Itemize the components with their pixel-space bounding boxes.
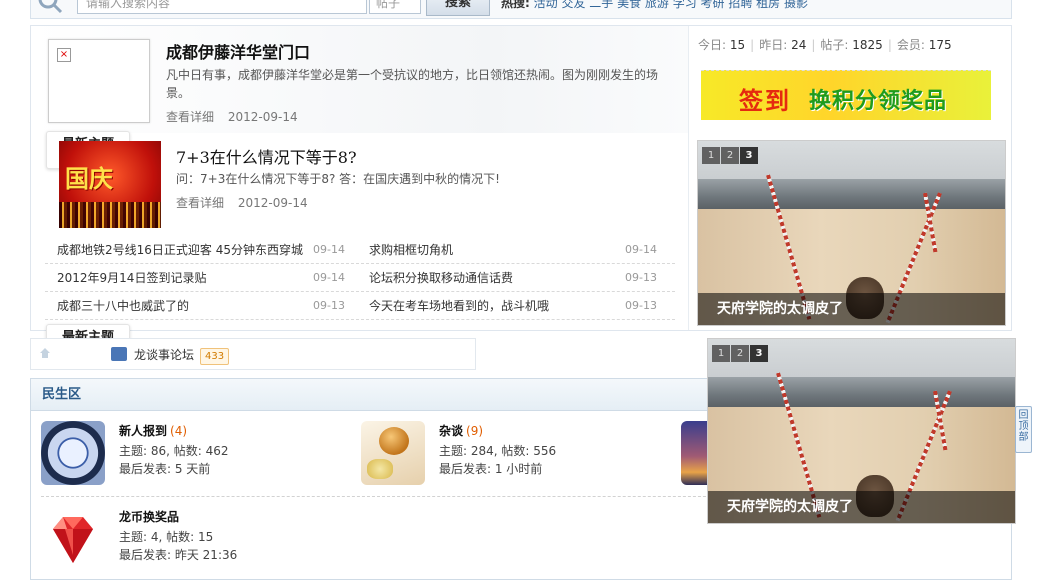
news-date: 09-13 bbox=[313, 299, 345, 312]
stat-yesterday: 昨日: 24 bbox=[759, 38, 807, 52]
news-date: 09-14 bbox=[313, 271, 345, 284]
news-title[interactable]: 今天在考车场地看到的，战斗机哦 bbox=[369, 293, 549, 319]
search-button[interactable]: 搜索 bbox=[426, 0, 490, 16]
forum-name[interactable]: 龙币换奖品 bbox=[119, 508, 182, 525]
featured-meta-1: 查看详细 2012-09-14 bbox=[166, 108, 298, 125]
hot-words-list[interactable]: 活动 交友 二手 美食 旅游 学习 考研 招聘 租房 摄影 bbox=[534, 0, 808, 10]
news-row: 成都地铁2号线16日正式迎客 45分钟东西穿城 09-14 求购相框切角机 09… bbox=[45, 237, 675, 264]
hot-words: 热搜: 活动 交友 二手 美食 旅游 学习 考研 招聘 租房 摄影 bbox=[501, 0, 808, 11]
slideshow-popup[interactable]: 123 天府学院的太调皮了 bbox=[707, 338, 1016, 524]
forum-item[interactable]: 新人报到 (4) 主题: 86, 帖数: 462 最后发表: 5 天前 bbox=[41, 421, 341, 491]
stat-members: 会员: 175 bbox=[896, 38, 952, 52]
breadcrumb: 龙谈事论坛 433 bbox=[30, 338, 476, 370]
back-to-top-button[interactable]: 回顶部 bbox=[1015, 406, 1032, 453]
crowd-decoration bbox=[59, 202, 161, 228]
slide-page-button[interactable]: 2 bbox=[731, 345, 749, 362]
slide-page-button[interactable]: 3 bbox=[750, 345, 768, 362]
slide-pager: 123 bbox=[712, 345, 769, 362]
featured-meta-2: 查看详细 2012-09-14 bbox=[176, 194, 308, 211]
slide-caption[interactable]: 天府学院的太调皮了 bbox=[698, 293, 1005, 325]
hot-words-label: 热搜: bbox=[501, 0, 530, 10]
news-list: 成都地铁2号线16日正式迎客 45分钟东西穿城 09-14 求购相框切角机 09… bbox=[45, 236, 675, 320]
news-row: 2012年9月14日签到记录贴 09-14 论坛积分换取移动通信话费 09-13 bbox=[45, 265, 675, 292]
breadcrumb-forum-name[interactable]: 龙谈事论坛 bbox=[134, 348, 194, 362]
home-icon[interactable] bbox=[39, 347, 51, 359]
search-icon bbox=[38, 0, 63, 14]
search-input[interactable]: 请输入搜索内容 bbox=[77, 0, 367, 14]
stat-posts: 帖子: 1825 bbox=[820, 38, 883, 52]
broken-image-icon: × bbox=[57, 48, 71, 62]
search-bar: 请输入搜索内容 帖子 搜索 热搜: 活动 交友 二手 美食 旅游 学习 考研 招… bbox=[30, 0, 1012, 19]
forum-count-badge: 433 bbox=[200, 348, 230, 365]
stat-today: 今日: 15 bbox=[698, 38, 746, 52]
featured-summary-2: 问：7+3在什么情况下等于8? 答：在国庆遇到中秋的情况下! bbox=[176, 172, 500, 186]
forum-stats: 主题: 4, 帖数: 15 bbox=[119, 530, 214, 544]
news-item[interactable]: 求购相框切角机 09-14 bbox=[357, 237, 657, 263]
compass-icon[interactable] bbox=[41, 421, 105, 485]
column-divider bbox=[688, 26, 689, 330]
slide-pager: 123 bbox=[702, 147, 759, 164]
featured-date-1: 2012-09-14 bbox=[227, 110, 298, 124]
news-item[interactable]: 成都地铁2号线16日正式迎客 45分钟东西穿城 09-14 bbox=[45, 237, 345, 263]
slide-page-button[interactable]: 1 bbox=[712, 345, 730, 362]
featured-detail-link-2[interactable]: 查看详细 bbox=[176, 196, 224, 210]
forum-last-post: 最后发表: 昨天 21:36 bbox=[119, 548, 238, 562]
featured-area: × 成都伊藤洋华堂门口 凡中日有事，成都伊藤洋华堂必是第一个受抗议的地方，比日领… bbox=[31, 26, 688, 330]
forum-name[interactable]: 杂谈 (9) bbox=[439, 422, 483, 439]
slide-page-button[interactable]: 1 bbox=[702, 147, 720, 164]
forum-stats: 主题: 284, 帖数: 556 bbox=[439, 444, 557, 458]
featured-image-text: 国庆 bbox=[65, 165, 113, 193]
news-item[interactable]: 论坛积分换取移动通信话费 09-13 bbox=[357, 265, 657, 291]
forum-logo-icon bbox=[111, 347, 127, 361]
news-title[interactable]: 2012年9月14日签到记录贴 bbox=[57, 265, 206, 291]
forum-name[interactable]: 新人报到 (4) bbox=[119, 422, 187, 439]
slide-pipe bbox=[708, 377, 1015, 407]
news-item[interactable]: 成都三十八中也威武了的 09-13 bbox=[45, 293, 345, 319]
featured-title-2[interactable]: 7+3在什么情况下等于8? bbox=[176, 144, 357, 168]
news-title[interactable]: 成都地铁2号线16日正式迎客 45分钟东西穿城 bbox=[57, 237, 303, 263]
teapot-icon[interactable] bbox=[361, 421, 425, 485]
sign-in-banner[interactable]: 签到 换积分领奖品 bbox=[701, 70, 991, 120]
featured-date-2: 2012-09-14 bbox=[237, 196, 308, 210]
featured-detail-link-1[interactable]: 查看详细 bbox=[166, 110, 214, 124]
ruby-icon[interactable] bbox=[41, 507, 105, 571]
slide-pipe bbox=[698, 179, 1005, 209]
reward-text: 换积分领奖品 bbox=[809, 89, 948, 114]
slideshow[interactable]: 123 天府学院的太调皮了 bbox=[697, 140, 1006, 326]
slide-page-button[interactable]: 2 bbox=[721, 147, 739, 164]
row-divider bbox=[41, 496, 721, 497]
breadcrumb-forum[interactable]: 龙谈事论坛 433 bbox=[134, 346, 230, 365]
featured-thumb-1[interactable]: × bbox=[48, 39, 150, 123]
news-date: 09-14 bbox=[313, 243, 345, 256]
featured-thumb-2[interactable]: 国庆 bbox=[59, 141, 161, 228]
news-title[interactable]: 论坛积分换取移动通信话费 bbox=[369, 265, 513, 291]
featured-summary-1: 凡中日有事，成都伊藤洋华堂必是第一个受抗议的地方，比日领馆还热闹。图为刚刚发生的… bbox=[166, 68, 659, 100]
forum-last-post: 最后发表: 5 天前 bbox=[119, 462, 211, 476]
news-item[interactable]: 2012年9月14日签到记录贴 09-14 bbox=[45, 265, 345, 291]
forum-stats: 今日: 15 | 昨日: 24 | 帖子: 1825 | 会员: 175 bbox=[698, 38, 952, 52]
forum-last-post: 最后发表: 1 小时前 bbox=[439, 462, 543, 476]
news-date: 09-13 bbox=[625, 271, 657, 284]
search-type-select[interactable]: 帖子 bbox=[369, 0, 421, 14]
forum-stats: 主题: 86, 帖数: 462 bbox=[119, 444, 229, 458]
news-title[interactable]: 成都三十八中也威武了的 bbox=[57, 293, 189, 319]
forum-item[interactable]: 龙币换奖品 主题: 4, 帖数: 15 最后发表: 昨天 21:36 bbox=[41, 507, 341, 577]
news-date: 09-13 bbox=[625, 299, 657, 312]
forum-item[interactable]: 杂谈 (9) 主题: 284, 帖数: 556 最后发表: 1 小时前 bbox=[361, 421, 661, 491]
news-row: 成都三十八中也威武了的 09-13 今天在考车场地看到的，战斗机哦 09-13 bbox=[45, 293, 675, 320]
featured-title-1[interactable]: 成都伊藤洋华堂门口 bbox=[166, 39, 310, 63]
slide-page-button[interactable]: 3 bbox=[740, 147, 758, 164]
news-item[interactable]: 今天在考车场地看到的，战斗机哦 09-13 bbox=[357, 293, 657, 319]
portal-top-block: × 成都伊藤洋华堂门口 凡中日有事，成都伊藤洋华堂必是第一个受抗议的地方，比日领… bbox=[30, 25, 1012, 331]
slide-caption[interactable]: 天府学院的太调皮了 bbox=[708, 491, 1015, 523]
news-date: 09-14 bbox=[625, 243, 657, 256]
news-title[interactable]: 求购相框切角机 bbox=[369, 237, 453, 263]
sign-in-text: 签到 bbox=[739, 87, 791, 115]
